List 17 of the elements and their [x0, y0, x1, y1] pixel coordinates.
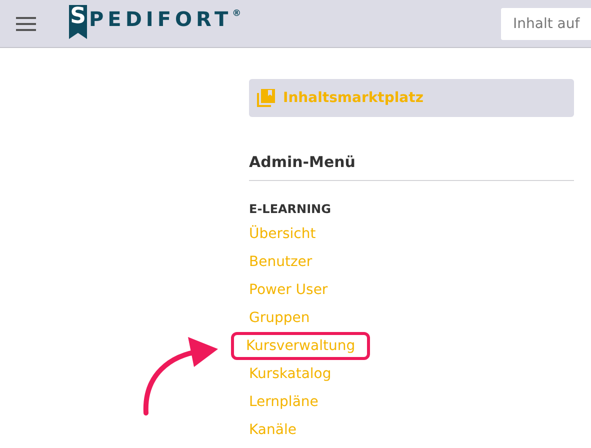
search-field[interactable]: Inhalt auf [501, 8, 591, 40]
books-icon [257, 89, 275, 107]
logo-initial: S [69, 5, 87, 39]
registered-mark: ® [232, 8, 242, 20]
menu-link[interactable]: Power User [249, 278, 328, 302]
section-heading: E-LEARNING [249, 202, 332, 216]
menu-link[interactable]: Kurskatalog [249, 362, 332, 386]
marketplace-button[interactable]: Inhaltsmarktplatz [249, 79, 574, 117]
menu-link[interactable]: Kanäle [249, 418, 296, 442]
menu-link[interactable]: Lernpläne [249, 390, 318, 414]
menu-link[interactable]: Benutzer [249, 250, 312, 274]
menu-link[interactable]: Kursverwaltung [234, 335, 368, 357]
menu-link[interactable]: Gruppen [249, 306, 310, 330]
menu-link[interactable]: Übersicht [249, 222, 316, 246]
logo-text: PEDIFORT [89, 8, 232, 30]
menu-title: Admin-Menü [249, 153, 574, 181]
menu-icon[interactable] [16, 16, 36, 30]
